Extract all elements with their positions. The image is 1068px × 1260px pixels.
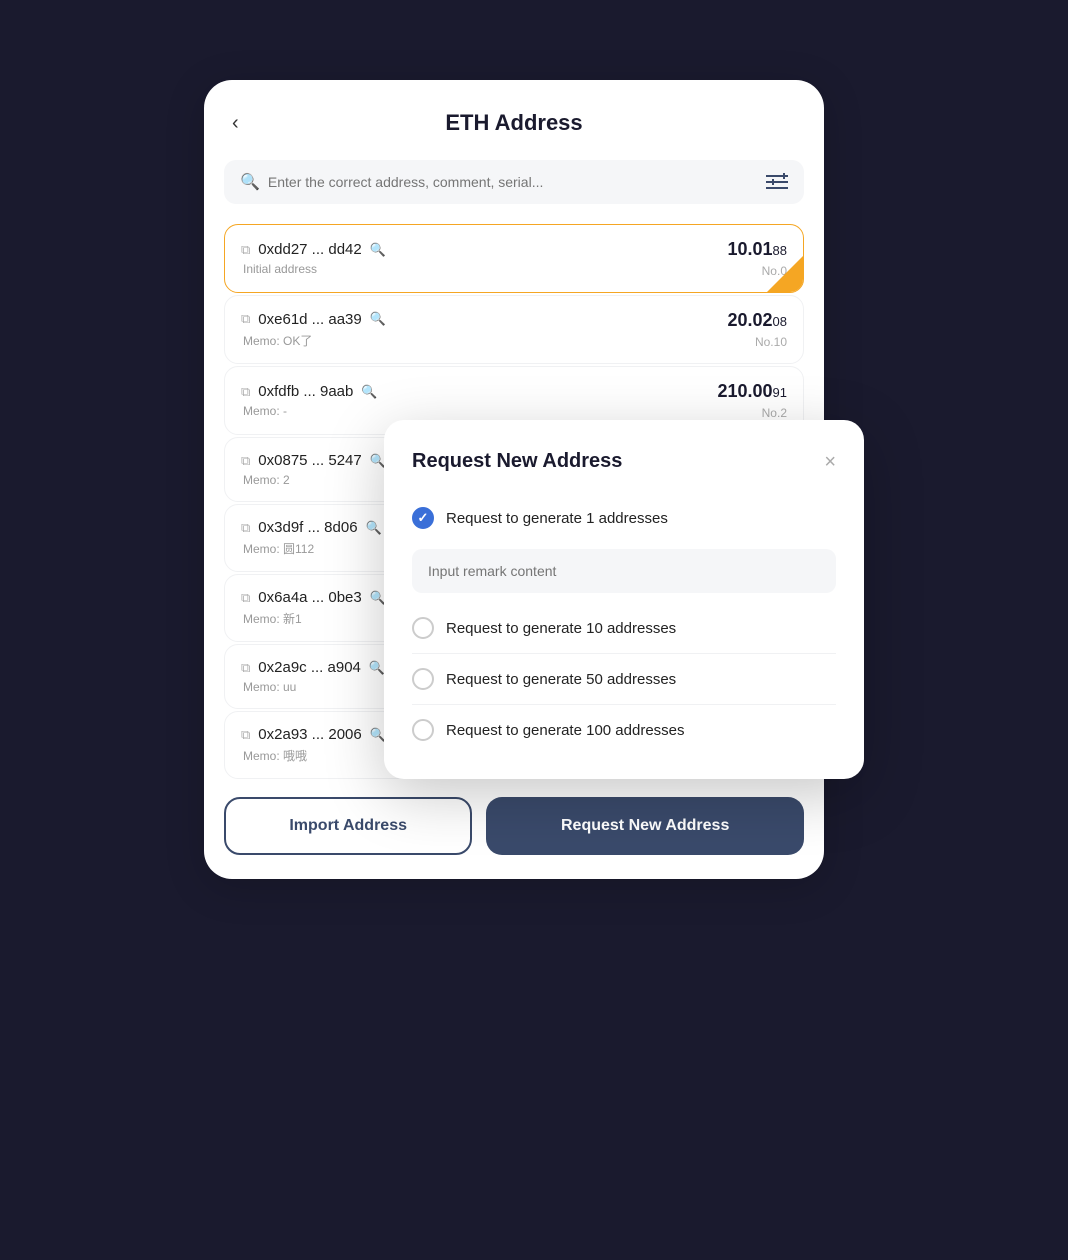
address-text: 0xe61d ... aa39 [258,311,361,328]
address-item-left: ⧉0x2a93 ... 2006🔍Memo: 哦哦 [241,726,386,764]
address-row: ⧉0x0875 ... 5247🔍 [241,452,386,469]
radio-options: ✓ Request to generate 1 addresses Request … [412,497,836,751]
address-text: 0x6a4a ... 0be3 [258,589,361,606]
copy-icon[interactable]: ⧉ [241,453,250,469]
import-address-button[interactable]: Import Address [224,797,472,855]
remark-input[interactable] [412,549,836,593]
memo-text: Memo: 哦哦 [243,747,386,764]
copy-icon[interactable]: ⧉ [241,311,250,327]
modal-close-button[interactable]: × [824,452,836,472]
address-search-icon[interactable]: 🔍 [361,384,377,400]
back-button[interactable]: ‹ [224,108,247,139]
address-row: ⧉ 0xfdfb ... 9aab 🔍 [241,383,378,400]
radio-label: Request to generate 1 addresses [446,510,668,527]
page-title: ETH Address [445,110,582,136]
address-text: 0x3d9f ... 8d06 [258,519,357,536]
active-corner-tag [767,256,803,292]
address-item[interactable]: ⧉0xdd27 ... dd42🔍Initial address10.0188N… [224,224,804,293]
memo-text: Memo: 圆112 [243,540,382,557]
copy-icon[interactable]: ⧉ [241,660,250,676]
address-item[interactable]: ⧉ 0xe61d ... aa39 🔍 Memo: OK了 20.0208 No.10 [224,295,804,364]
address-item-left: ⧉ 0xfdfb ... 9aab 🔍 Memo: - [241,383,378,418]
divider [412,704,836,705]
search-bar: 🔍 [224,160,804,204]
radio-circle: ✓ [412,507,434,529]
address-item-left: ⧉ 0xdd27 ... dd42 🔍 Initial address [241,241,386,276]
address-text: 0x0875 ... 5247 [258,452,361,469]
radio-circle [412,719,434,741]
modal-title: Request New Address [412,450,622,473]
copy-icon[interactable]: ⧉ [241,242,250,258]
memo-text: Memo: 2 [243,473,386,487]
address-row: ⧉ 0x2a9c ... a904 🔍 [241,659,385,676]
address-item-left: ⧉0x0875 ... 5247🔍Memo: 2 [241,452,386,487]
address-search-icon[interactable]: 🔍 [369,660,385,676]
amount: 20.0208 [727,310,787,331]
memo-text: Memo: 新1 [243,610,386,627]
address-row: ⧉0x2a93 ... 2006🔍 [241,726,386,743]
copy-icon[interactable]: ⧉ [241,590,250,606]
address-text: 0x2a93 ... 2006 [258,726,361,743]
memo-text: Memo: OK了 [243,332,386,349]
memo-text: Memo: uu [243,680,385,694]
radio-label: Request to generate 10 addresses [446,620,676,637]
modal-header: Request New Address × [412,450,836,473]
address-item-right: 20.0208 No.10 [727,310,787,349]
address-search-icon[interactable]: 🔍 [370,242,386,258]
address-row: ⧉0x6a4a ... 0be3🔍 [241,589,386,606]
address-row: ⧉ 0xdd27 ... dd42 🔍 [241,241,386,258]
serial-number: No.2 [762,406,787,420]
address-item-left: ⧉ 0xe61d ... aa39 🔍 Memo: OK了 [241,311,386,349]
address-item-left: ⧉ 0x2a9c ... a904 🔍 Memo: uu [241,659,385,694]
address-text: 0x2a9c ... a904 [258,659,361,676]
copy-icon[interactable]: ⧉ [241,520,250,536]
radio-label: Request to generate 50 addresses [446,671,676,688]
radio-label: Request to generate 100 addresses [446,722,685,739]
filter-button[interactable] [766,173,788,191]
address-text: 0xfdfb ... 9aab [258,383,353,400]
radio-option[interactable]: Request to generate 100 addresses [412,709,836,751]
memo-text: Memo: - [243,404,378,418]
request-new-address-modal: Request New Address × ✓ Request to genera… [384,420,864,779]
search-input[interactable] [268,174,758,190]
radio-option[interactable]: Request to generate 50 addresses [412,658,836,700]
radio-circle [412,668,434,690]
radio-circle [412,617,434,639]
bottom-actions: Import Address Request New Address [224,797,804,855]
radio-check-icon: ✓ [418,510,429,526]
address-text: 0xdd27 ... dd42 [258,241,361,258]
memo-text: Initial address [243,262,386,276]
address-item-right: 210.0091 No.2 [717,381,787,420]
amount: 210.0091 [717,381,787,402]
radio-option[interactable]: ✓ Request to generate 1 addresses [412,497,836,539]
request-new-address-button[interactable]: Request New Address [486,797,804,855]
address-item-left: ⧉0x6a4a ... 0be3🔍Memo: 新1 [241,589,386,627]
address-search-icon[interactable]: 🔍 [370,311,386,327]
search-icon: 🔍 [240,172,260,192]
page-header: ‹ ETH Address [224,110,804,136]
divider [412,653,836,654]
address-item-left: ⧉ 0x3d9f ... 8d06 🔍 Memo: 圆112 [241,519,382,557]
copy-icon[interactable]: ⧉ [241,384,250,400]
address-row: ⧉ 0xe61d ... aa39 🔍 [241,311,386,328]
copy-icon[interactable]: ⧉ [241,727,250,743]
serial-number: No.10 [755,335,787,349]
address-row: ⧉ 0x3d9f ... 8d06 🔍 [241,519,382,536]
address-search-icon[interactable]: 🔍 [366,520,382,536]
radio-option[interactable]: Request to generate 10 addresses [412,607,836,649]
